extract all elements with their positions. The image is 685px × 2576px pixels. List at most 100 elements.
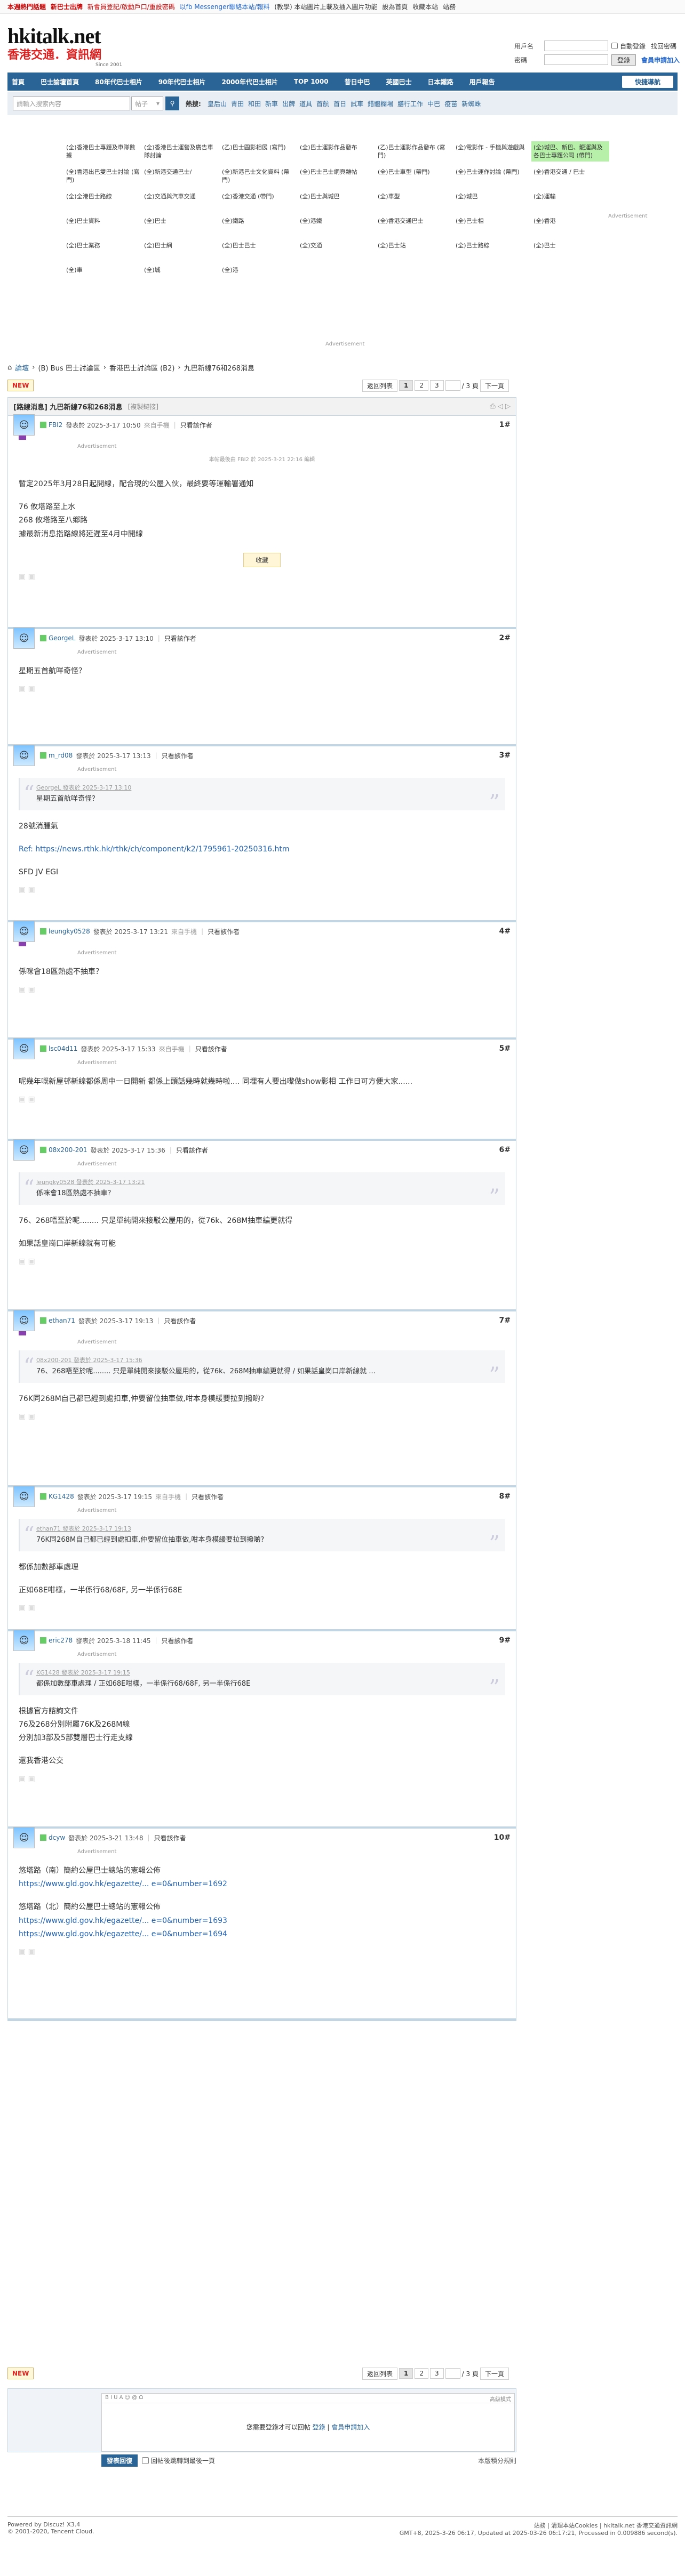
post-floor[interactable]: 10#: [494, 1833, 511, 1842]
forum-link[interactable]: (全)港: [220, 264, 298, 284]
post-floor[interactable]: 1#: [499, 421, 511, 429]
post-author[interactable]: FBI2: [49, 421, 62, 429]
nav-item[interactable]: 用戶報告: [469, 77, 495, 86]
post-actions[interactable]: ▣ ▣: [8, 985, 516, 998]
advanced-mode-link[interactable]: 高級模式: [490, 2395, 511, 2403]
nav-item[interactable]: 首頁: [12, 77, 25, 86]
topbar-link[interactable]: (教學) 本站圖片上載及插入圖片功能: [274, 3, 377, 11]
hot-search-link[interactable]: 試車: [351, 100, 363, 108]
forum-link[interactable]: (全)港鐵: [298, 215, 376, 235]
forum-link[interactable]: (全)新港交通巴士/: [142, 166, 220, 186]
page-link[interactable]: 2: [415, 2368, 429, 2379]
forum-link[interactable]: (全)巴士資料: [64, 215, 142, 235]
post-floor[interactable]: 3#: [499, 751, 511, 760]
post-floor[interactable]: 2#: [499, 634, 511, 642]
new-thread-button[interactable]: NEW: [7, 2368, 34, 2379]
forum-link[interactable]: (乙)巴士圖影相展 (寫門): [220, 141, 298, 162]
hot-search-link[interactable]: 和田: [248, 100, 261, 108]
topbar-link[interactable]: 本週熱門話題: [7, 3, 46, 11]
quote-header[interactable]: ethan71 發表於 2025-3-17 19:13: [36, 1524, 495, 1534]
avatar[interactable]: ☺: [13, 1630, 35, 1651]
forum-link[interactable]: (全)鐵路: [220, 215, 298, 235]
quick-nav-button[interactable]: 快捷導航: [622, 75, 673, 88]
search-type-select[interactable]: 帖子 ▾: [131, 96, 163, 110]
quote-header[interactable]: GeorgeL 發表於 2025-3-17 13:10: [36, 783, 495, 793]
only-author-link[interactable]: 只看該作者: [164, 1316, 196, 1325]
post-line[interactable]: https://www.gld.gov.hk/egazette/... e=0&…: [19, 1914, 505, 1928]
only-author-link[interactable]: 只看該作者: [154, 1833, 186, 1842]
post-author[interactable]: dcyw: [49, 1834, 65, 1841]
reply-register-link[interactable]: 會員申請加入: [331, 2424, 370, 2431]
forum-link[interactable]: (全)巴士巴士: [220, 239, 298, 260]
new-thread-button[interactable]: NEW: [7, 380, 34, 391]
forum-link[interactable]: (全)香港: [531, 215, 609, 235]
breadcrumb-item[interactable]: 論壇: [15, 363, 29, 373]
next-page-button[interactable]: 下一頁: [480, 379, 509, 392]
forum-link[interactable]: (全)香港交通巴士: [376, 215, 453, 235]
forum-link[interactable]: (全)香港巴士專題及車隊數據: [64, 141, 142, 162]
post-actions[interactable]: ▣ ▣: [8, 1947, 516, 1960]
post-reply-button[interactable]: 發表回復: [101, 2454, 138, 2467]
forum-link-highlight[interactable]: (全)城巴、新巴、龍運與及各巴士專題公司 (帶門): [531, 141, 609, 162]
username-input[interactable]: [544, 41, 608, 51]
forum-link[interactable]: (全)城巴: [453, 190, 531, 211]
post-floor[interactable]: 6#: [499, 1146, 511, 1154]
forum-link[interactable]: (全)巴士業務: [64, 239, 142, 260]
forum-link[interactable]: (全)巴士運影作品發布: [298, 141, 376, 162]
reply-editor[interactable]: B I U A ☺ @ Ω 高級模式 您需要登錄才可以回帖 登錄 | 會員申請加入: [101, 2393, 515, 2452]
quote-header[interactable]: 08x200-201 發表於 2025-3-17 15:36: [36, 1356, 495, 1366]
forum-link[interactable]: (全)新港巴士文化資料 (帶門): [220, 166, 298, 186]
home-icon[interactable]: ⌂: [7, 364, 12, 372]
hot-search-link[interactable]: 疫苗: [444, 100, 457, 108]
post-author[interactable]: eric278: [49, 1637, 73, 1644]
forum-link[interactable]: (全)車型: [376, 190, 453, 211]
nav-item[interactable]: 昔日中巴: [345, 77, 370, 86]
only-author-link[interactable]: 只看該作者: [208, 927, 240, 936]
search-input[interactable]: 請輸入搜索內容: [13, 96, 130, 110]
avatar[interactable]: ☺: [13, 1486, 35, 1507]
editor-tools[interactable]: B I U A ☺ @ Ω: [105, 2395, 143, 2401]
nav-item[interactable]: 80年代巴士相片: [95, 77, 142, 86]
forum-link[interactable]: (全)巴士與城巴: [298, 190, 376, 211]
footer-links[interactable]: 站務 | 清理本站Cookies | hkitalk.net 香港交通資訊網: [400, 2521, 678, 2530]
page-jump-input[interactable]: [445, 380, 460, 391]
forum-link[interactable]: (全)香港交通 / 巴士: [531, 166, 609, 186]
topbar-link[interactable]: 收藏本站: [412, 3, 438, 11]
forum-link[interactable]: (全)運輸: [531, 190, 609, 211]
page-link[interactable]: 1: [399, 380, 413, 391]
only-author-link[interactable]: 只看該作者: [176, 1146, 208, 1155]
page-link[interactable]: 3: [430, 2368, 444, 2379]
hot-search-link[interactable]: 青田: [231, 100, 244, 108]
only-author-link[interactable]: 只看該作者: [195, 1044, 227, 1053]
post-line[interactable]: https://www.gld.gov.hk/egazette/... e=0&…: [19, 1878, 505, 1891]
post-actions[interactable]: ▣ ▣: [8, 1257, 516, 1270]
back-to-list-button[interactable]: 返回列表: [362, 2367, 398, 2380]
forum-link[interactable]: (全)巴士巴士網頁雜帖: [298, 166, 376, 186]
post-floor[interactable]: 5#: [499, 1044, 511, 1053]
nav-item[interactable]: 2000年代巴士相片: [221, 77, 277, 86]
post-author[interactable]: KG1428: [49, 1493, 74, 1500]
post-line[interactable]: https://www.gld.gov.hk/egazette/... e=0&…: [19, 1928, 505, 1941]
post-line[interactable]: Ref: https://news.rthk.hk/rthk/ch/compon…: [19, 843, 505, 856]
avatar[interactable]: ☺: [13, 1038, 35, 1059]
post-floor[interactable]: 7#: [499, 1316, 511, 1325]
quote-header[interactable]: KG1428 發表於 2025-3-17 19:15: [36, 1668, 495, 1678]
topbar-link[interactable]: 設為首頁: [382, 3, 408, 11]
post-actions[interactable]: ▣ ▣: [8, 685, 516, 697]
avatar[interactable]: ☺: [13, 1310, 35, 1331]
reply-login-link[interactable]: 登錄: [313, 2424, 325, 2431]
forum-link[interactable]: (全)巴士網: [142, 239, 220, 260]
only-author-link[interactable]: 只看該作者: [162, 1636, 194, 1645]
forum-link[interactable]: (全)巴士: [142, 215, 220, 235]
hot-search-link[interactable]: 錯體欄場: [368, 100, 393, 108]
post-floor[interactable]: 8#: [499, 1492, 511, 1501]
breadcrumb-item[interactable]: (B) Bus 巴士討論區: [38, 363, 100, 373]
next-page-button[interactable]: 下一頁: [480, 2367, 509, 2380]
breadcrumb-item[interactable]: 九巴新線76和268消息: [184, 363, 254, 373]
avatar[interactable]: ☺: [13, 1139, 35, 1161]
search-icon[interactable]: ⚲: [165, 96, 179, 110]
register-link[interactable]: 會員申請加入: [641, 55, 680, 65]
post-author[interactable]: GeorgeL: [49, 634, 75, 642]
forum-link[interactable]: (全)城: [142, 264, 220, 284]
page-jump-input[interactable]: [445, 2368, 460, 2379]
